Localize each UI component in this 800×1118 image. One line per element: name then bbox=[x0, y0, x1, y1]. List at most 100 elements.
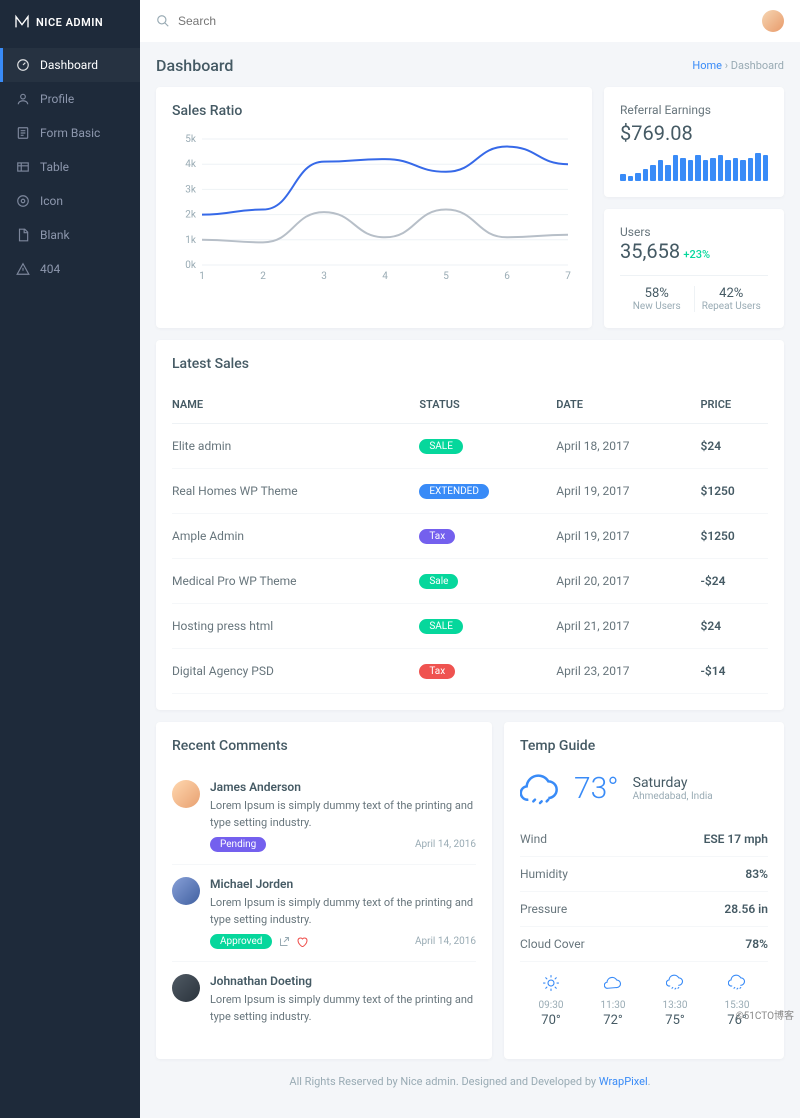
comment-date: April 14, 2016 bbox=[415, 936, 476, 947]
nav-item-dashboard[interactable]: Dashboard bbox=[0, 48, 140, 82]
cell-date: April 20, 2017 bbox=[556, 559, 700, 604]
page-title: Dashboard bbox=[156, 56, 233, 75]
sidebar: NICE ADMIN DashboardProfileForm BasicTab… bbox=[0, 0, 140, 1118]
weather-rain-icon bbox=[520, 768, 560, 808]
sales-ratio-card: Sales Ratio 0k1k2k3k4k5k1234567 bbox=[156, 87, 592, 328]
status-badge: EXTENDED bbox=[419, 484, 489, 499]
forecast-item: 09:30 70° bbox=[520, 974, 582, 1028]
spark-bar bbox=[688, 160, 694, 181]
repeat-users-pct: 42% bbox=[695, 286, 769, 301]
table-header: STATUS bbox=[419, 386, 556, 424]
watermark: ©51CTO博客 bbox=[736, 1007, 794, 1022]
user-icon bbox=[16, 92, 30, 106]
table-row[interactable]: Elite admin SALE April 18, 2017 $24 bbox=[172, 424, 768, 469]
nav-label: 404 bbox=[40, 262, 60, 276]
spark-bar bbox=[710, 158, 716, 181]
weather-label: Wind bbox=[520, 832, 547, 846]
cell-price: $24 bbox=[700, 604, 768, 649]
warning-icon bbox=[16, 262, 30, 276]
status-badge: SALE bbox=[419, 439, 463, 454]
cloud-rain-icon bbox=[666, 974, 684, 992]
comment-item: Johnathan Doeting Lorem Ipsum is simply … bbox=[172, 962, 476, 1043]
forecast-time: 09:30 bbox=[520, 1000, 582, 1011]
spark-bar bbox=[665, 165, 671, 181]
table-row[interactable]: Hosting press html SALE April 21, 2017 $… bbox=[172, 604, 768, 649]
circle-icon bbox=[16, 194, 30, 208]
svg-text:5k: 5k bbox=[185, 134, 197, 145]
current-location: Ahmedabad, India bbox=[633, 791, 713, 802]
footer: All Rights Reserved by Nice admin. Desig… bbox=[156, 1059, 784, 1104]
svg-text:1k: 1k bbox=[185, 235, 197, 246]
table-header: PRICE bbox=[700, 386, 768, 424]
table-row[interactable]: Real Homes WP Theme EXTENDED April 19, 2… bbox=[172, 469, 768, 514]
comment-badge: Pending bbox=[210, 837, 266, 852]
logo-icon bbox=[14, 14, 30, 30]
comment-item: James Anderson Lorem Ipsum is simply dum… bbox=[172, 768, 476, 865]
weather-label: Humidity bbox=[520, 867, 568, 881]
nav-label: Icon bbox=[40, 194, 63, 208]
recent-comments-title: Recent Comments bbox=[172, 738, 476, 754]
table-row[interactable]: Medical Pro WP Theme Sale April 20, 2017… bbox=[172, 559, 768, 604]
heart-icon[interactable] bbox=[296, 936, 308, 948]
spark-bar bbox=[733, 158, 739, 181]
cell-name: Ample Admin bbox=[172, 514, 419, 559]
latest-sales-card: Latest Sales NAMESTATUSDATEPRICE Elite a… bbox=[156, 340, 784, 710]
spark-bar bbox=[695, 155, 701, 181]
spark-bar bbox=[748, 158, 754, 181]
breadcrumb-home[interactable]: Home bbox=[692, 59, 722, 72]
comment-avatar[interactable] bbox=[172, 974, 200, 1002]
comment-text: Lorem Ipsum is simply dummy text of the … bbox=[210, 798, 476, 831]
current-temp: 73° bbox=[574, 771, 619, 806]
forecast-time: 13:30 bbox=[644, 1000, 706, 1011]
user-avatar[interactable] bbox=[762, 10, 784, 32]
comment-date: April 14, 2016 bbox=[415, 839, 476, 850]
forecast-item: 13:30 75° bbox=[644, 974, 706, 1028]
nav-item-table[interactable]: Table bbox=[0, 150, 140, 184]
svg-text:0k: 0k bbox=[185, 260, 197, 271]
table-row[interactable]: Digital Agency PSD Tax April 23, 2017 -$… bbox=[172, 649, 768, 694]
spark-bar bbox=[635, 173, 641, 181]
status-badge: SALE bbox=[419, 619, 463, 634]
svg-text:2: 2 bbox=[260, 271, 266, 282]
cell-name: Digital Agency PSD bbox=[172, 649, 419, 694]
table-row[interactable]: Ample Admin Tax April 19, 2017 $1250 bbox=[172, 514, 768, 559]
nav-item-form-basic[interactable]: Form Basic bbox=[0, 116, 140, 150]
cell-date: April 18, 2017 bbox=[556, 424, 700, 469]
cell-date: April 19, 2017 bbox=[556, 514, 700, 559]
table-header: NAME bbox=[172, 386, 419, 424]
latest-sales-title: Latest Sales bbox=[172, 356, 768, 372]
forecast-item: 11:30 72° bbox=[582, 974, 644, 1028]
table-icon bbox=[16, 160, 30, 174]
brand-logo[interactable]: NICE ADMIN bbox=[0, 0, 140, 44]
forecast-temp: 70° bbox=[520, 1013, 582, 1028]
referral-card: Referral Earnings $769.08 bbox=[604, 87, 784, 197]
search-input[interactable] bbox=[178, 14, 754, 28]
nav-item-404[interactable]: 404 bbox=[0, 252, 140, 286]
comment-item: Michael Jorden Lorem Ipsum is simply dum… bbox=[172, 865, 476, 962]
footer-link[interactable]: WrapPixel bbox=[599, 1075, 648, 1088]
nav-item-icon[interactable]: Icon bbox=[0, 184, 140, 218]
search-icon[interactable] bbox=[156, 14, 170, 28]
svg-text:4k: 4k bbox=[185, 159, 197, 170]
file-icon bbox=[16, 228, 30, 242]
svg-text:5: 5 bbox=[443, 271, 449, 282]
spark-bar bbox=[620, 174, 626, 181]
form-icon bbox=[16, 126, 30, 140]
comment-avatar[interactable] bbox=[172, 877, 200, 905]
cell-date: April 21, 2017 bbox=[556, 604, 700, 649]
forecast-time: 11:30 bbox=[582, 1000, 644, 1011]
nav-item-profile[interactable]: Profile bbox=[0, 82, 140, 116]
comment-avatar[interactable] bbox=[172, 780, 200, 808]
svg-text:2k: 2k bbox=[185, 210, 197, 221]
spark-bar bbox=[740, 160, 746, 181]
users-label: Users bbox=[620, 225, 768, 239]
weather-row: Humidity83% bbox=[520, 857, 768, 892]
weather-label: Pressure bbox=[520, 902, 567, 916]
sales-ratio-chart: 0k1k2k3k4k5k1234567 bbox=[172, 133, 576, 283]
external-link-icon[interactable] bbox=[278, 936, 290, 948]
nav-label: Blank bbox=[40, 228, 70, 242]
cell-price: -$14 bbox=[700, 649, 768, 694]
nav-item-blank[interactable]: Blank bbox=[0, 218, 140, 252]
weather-value: ESE 17 mph bbox=[704, 832, 768, 846]
sales-table: NAMESTATUSDATEPRICE Elite admin SALE Apr… bbox=[172, 386, 768, 694]
